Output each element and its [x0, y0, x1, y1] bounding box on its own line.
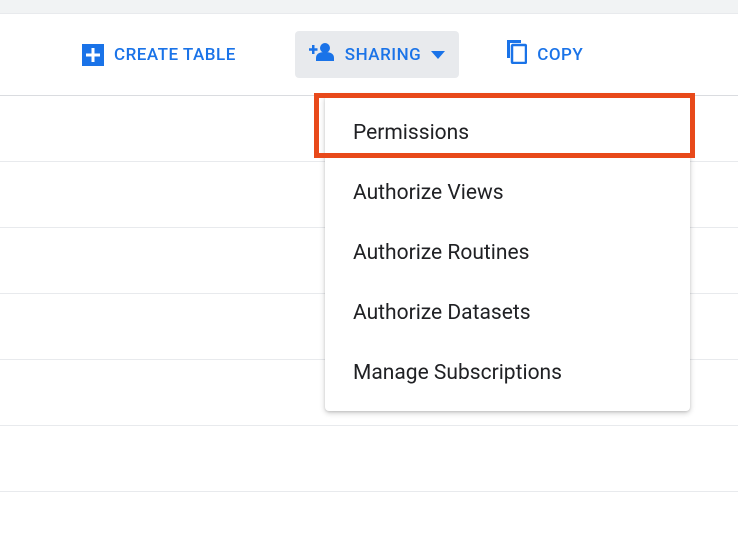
table-row [0, 425, 738, 491]
sharing-label: SHARING [345, 45, 421, 65]
chevron-down-icon [431, 51, 445, 59]
copy-icon [505, 40, 527, 69]
person-add-icon [309, 41, 335, 68]
create-table-label: CREATE TABLE [114, 45, 236, 65]
plus-icon [82, 44, 104, 66]
sharing-button[interactable]: SHARING [295, 31, 459, 78]
top-bar [0, 0, 738, 14]
menu-item-authorize-routines[interactable]: Authorize Routines [325, 223, 690, 283]
table-row [0, 491, 738, 557]
sharing-dropdown-menu: Permissions Authorize Views Authorize Ro… [325, 95, 690, 411]
create-table-button[interactable]: CREATE TABLE [68, 34, 250, 76]
menu-item-manage-subscriptions[interactable]: Manage Subscriptions [325, 343, 690, 403]
menu-item-permissions[interactable]: Permissions [325, 103, 690, 163]
copy-button[interactable]: COPY [491, 30, 597, 79]
menu-item-authorize-views[interactable]: Authorize Views [325, 163, 690, 223]
menu-item-authorize-datasets[interactable]: Authorize Datasets [325, 283, 690, 343]
toolbar: CREATE TABLE SHARING COPY [0, 14, 738, 95]
content-area: Permissions Authorize Views Authorize Ro… [0, 95, 738, 557]
copy-label: COPY [537, 45, 583, 65]
